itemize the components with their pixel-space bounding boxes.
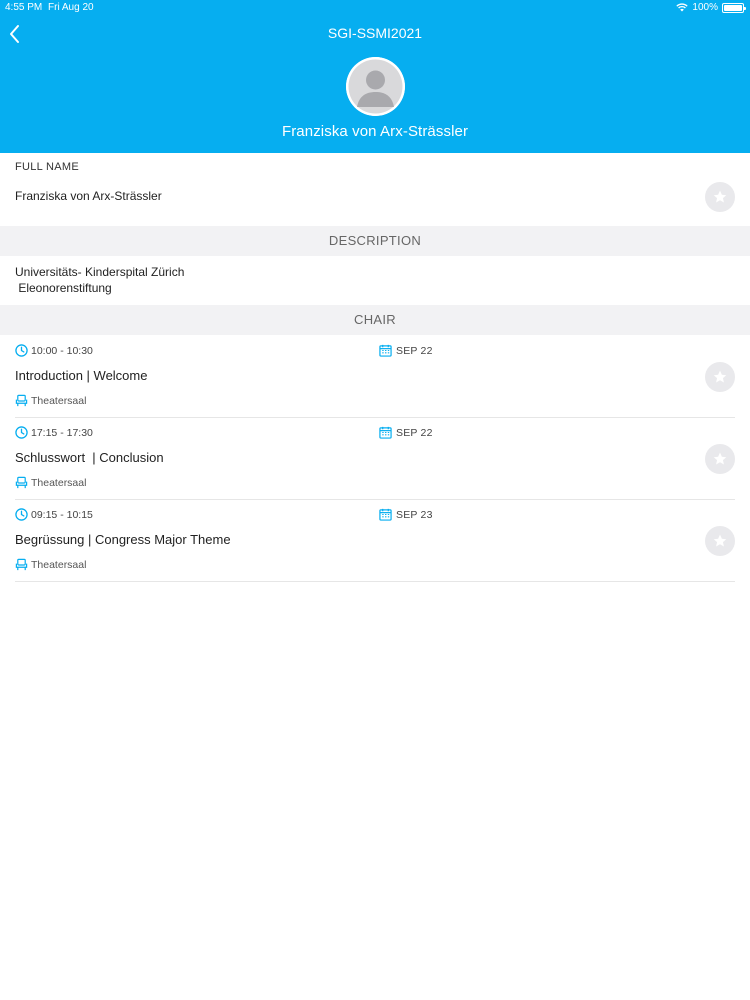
status-indicators: 100% bbox=[676, 2, 746, 13]
status-date: Fri Aug 20 bbox=[48, 2, 94, 13]
chair-icon bbox=[15, 558, 28, 571]
calendar-icon bbox=[379, 508, 392, 521]
session-date: SEP 23 bbox=[396, 509, 433, 521]
description-line: Universitäts- Kinderspital Zürich bbox=[15, 265, 185, 279]
session-time: 09:15 - 10:15 bbox=[31, 509, 93, 521]
speaker-name-heading: Franziska von Arx-Strässler bbox=[281, 123, 469, 140]
session-item[interactable]: 10:00 - 10:30 SEP 22 Introduction | Welc… bbox=[0, 336, 750, 418]
battery-percent: 100% bbox=[692, 2, 718, 13]
favorite-session-button[interactable] bbox=[705, 526, 735, 556]
chair-icon bbox=[15, 476, 28, 489]
favorite-speaker-button[interactable] bbox=[705, 182, 735, 212]
clock-icon bbox=[15, 426, 28, 439]
star-icon bbox=[713, 452, 727, 465]
full-name-label: FULL NAME bbox=[15, 161, 80, 173]
session-date: SEP 22 bbox=[396, 427, 433, 439]
session-title[interactable]: Introduction | Welcome bbox=[15, 368, 147, 383]
status-time: 4:55 PM bbox=[5, 2, 43, 13]
description-section-header: DESCRIPTION bbox=[0, 226, 750, 256]
calendar-icon bbox=[379, 426, 392, 439]
session-time: 10:00 - 10:30 bbox=[31, 345, 93, 357]
user-silhouette-icon bbox=[346, 57, 405, 116]
page-title: SGI-SSMI2021 bbox=[327, 25, 423, 41]
description-line: Eleonorenstiftung bbox=[15, 281, 112, 295]
battery-icon bbox=[722, 2, 746, 13]
star-icon bbox=[713, 190, 727, 203]
divider bbox=[15, 581, 735, 582]
chair-icon bbox=[15, 394, 28, 407]
session-date: SEP 22 bbox=[396, 345, 433, 357]
wifi-icon bbox=[676, 3, 689, 12]
status-bar: 4:55 PM Fri Aug 20 100% bbox=[0, 0, 750, 16]
session-room: Theatersaal bbox=[31, 559, 87, 571]
session-title[interactable]: Begrüssung | Congress Major Theme bbox=[15, 532, 231, 547]
clock-icon bbox=[15, 344, 28, 357]
session-room: Theatersaal bbox=[31, 477, 87, 489]
header-bar: 4:55 PM Fri Aug 20 100% SGI-SSMI2021 Fra… bbox=[0, 0, 750, 153]
chair-section-header: CHAIR bbox=[0, 305, 750, 335]
avatar bbox=[346, 57, 405, 116]
session-item[interactable]: 17:15 - 17:30 SEP 22 Schlusswort | Concl… bbox=[0, 418, 750, 500]
clock-icon bbox=[15, 508, 28, 521]
star-icon bbox=[713, 370, 727, 383]
star-icon bbox=[713, 534, 727, 547]
session-room: Theatersaal bbox=[31, 395, 87, 407]
full-name-value: Franziska von Arx-Strässler bbox=[15, 189, 162, 203]
favorite-session-button[interactable] bbox=[705, 362, 735, 392]
session-time: 17:15 - 17:30 bbox=[31, 427, 93, 439]
session-item[interactable]: 09:15 - 10:15 SEP 23 Begrüssung | Congre… bbox=[0, 500, 750, 582]
calendar-icon bbox=[379, 344, 392, 357]
favorite-session-button[interactable] bbox=[705, 444, 735, 474]
session-title[interactable]: Schlusswort | Conclusion bbox=[15, 450, 164, 465]
